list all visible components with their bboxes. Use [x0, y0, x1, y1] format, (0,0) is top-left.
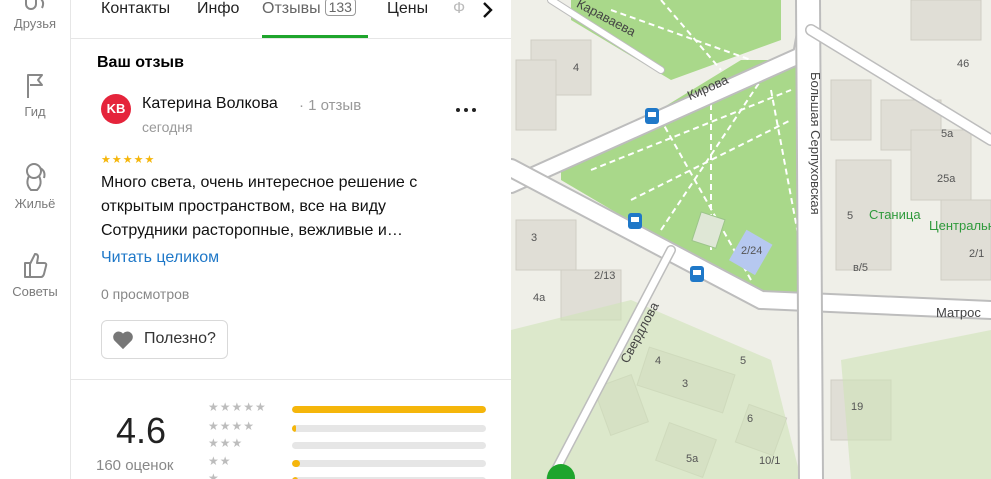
house-number: 10/1	[759, 455, 781, 467]
house-number: 5а	[686, 453, 699, 465]
tab-reviews-label: Отзывы	[262, 0, 321, 17]
house-number: 19	[851, 401, 864, 413]
author-review-count: · 1 отзыв	[299, 97, 362, 114]
reviews-count-badge: 133	[324, 0, 356, 16]
nav-item-guide[interactable]: Гид	[0, 72, 70, 119]
review-author[interactable]: Катерина Волкова	[142, 95, 278, 113]
heart-icon	[113, 331, 133, 350]
distribution-track	[292, 425, 486, 432]
average-rating: 4.6	[116, 410, 167, 451]
tab-info[interactable]: Инфо	[197, 0, 239, 20]
distribution-fill	[292, 460, 300, 467]
house-number: 2/13	[594, 270, 616, 282]
tab-reviews[interactable]: Отзывы 133	[262, 0, 356, 20]
distribution-fill	[292, 406, 486, 413]
tab-prices[interactable]: Цены	[387, 0, 428, 20]
read-more-link[interactable]: Читать целиком	[101, 249, 219, 267]
street-label: Матрос	[936, 305, 981, 320]
map-view[interactable]: Караваева Кирова Большая Серпуховская Св…	[511, 0, 991, 479]
house-number: в/5	[853, 262, 869, 274]
rating-distribution-row: ★★★★	[208, 419, 488, 436]
nav-label-friends: Друзья	[13, 16, 57, 31]
ratings-count: 160 оценок	[96, 457, 174, 474]
flag-icon	[27, 74, 43, 98]
thumbs-up-icon	[24, 253, 48, 278]
distribution-track	[292, 406, 486, 413]
more-dots-icon	[456, 108, 476, 112]
nav-label-tips: Советы	[12, 284, 58, 299]
nav-item-housing[interactable]: Жильё	[0, 160, 70, 211]
review-text-line: Сотрудники расторопные, вежливые и…	[101, 222, 403, 239]
review-text-line: открытым пространством, все на виду	[101, 198, 387, 215]
tab-faded[interactable]: Ф	[453, 0, 473, 18]
distribution-fill	[292, 425, 296, 432]
nav-label-housing: Жильё	[14, 196, 56, 211]
chevron-right-icon[interactable]	[475, 0, 499, 20]
distribution-track	[292, 460, 486, 467]
nav-label-guide: Гид	[24, 104, 46, 119]
left-nav: Друзья Гид Жильё Советы	[0, 0, 71, 479]
house-number: 6	[747, 413, 754, 425]
review-text-line: Много света, очень интересное решение с	[101, 174, 418, 191]
section-title: Ваш отзыв	[97, 54, 184, 71]
nav-item-tips[interactable]: Советы	[0, 250, 70, 299]
house-number: 3	[682, 378, 689, 390]
poi-label[interactable]: Центральн	[929, 218, 991, 233]
house-number: 3	[531, 232, 538, 244]
distribution-stars: ★★★	[208, 436, 244, 450]
rating-distribution-row: ★★	[208, 454, 488, 471]
house-number: 25а	[937, 173, 956, 185]
rating-distribution-row: ★	[208, 471, 488, 479]
street-label: Большая Серпуховская	[808, 72, 823, 215]
house-number: 5	[847, 210, 854, 222]
useful-label: Полезно?	[144, 330, 216, 347]
distribution-stars: ★★★★	[208, 419, 256, 433]
poi-label[interactable]: Станица	[869, 207, 921, 222]
more-options-button[interactable]	[453, 100, 479, 120]
tab-bar: Контакты Инфо Отзывы 133 Цены Ф	[71, 0, 511, 39]
house-number: 4а	[533, 292, 546, 304]
distribution-stars: ★★	[208, 454, 232, 468]
house-number: 5а	[941, 128, 954, 140]
review-text: Много света, очень интересное решение с …	[101, 171, 461, 243]
friends-icon	[25, 0, 45, 10]
divider	[71, 379, 511, 380]
views-count: 0 просмотров	[101, 286, 190, 302]
house-number: 2/1	[969, 248, 985, 260]
distribution-track	[292, 442, 486, 449]
review-date: сегодня	[142, 119, 193, 135]
house-number: 4	[655, 355, 662, 367]
active-tab-indicator	[262, 35, 368, 38]
rating-distribution-row: ★★★★★	[208, 400, 488, 417]
house-number: 2/24	[741, 245, 763, 257]
house-number: 46	[957, 58, 970, 70]
tab-contacts[interactable]: Контакты	[101, 0, 170, 20]
useful-button[interactable]: Полезно?	[101, 320, 228, 359]
house-number: 5	[740, 355, 747, 367]
place-panel: Контакты Инфо Отзывы 133 Цены Ф Ваш отзыв…	[71, 0, 511, 479]
rating-distribution-row: ★★★	[208, 436, 488, 453]
nav-item-friends[interactable]: Друзья	[0, 0, 70, 31]
avatar[interactable]: KB	[101, 94, 131, 124]
housing-icon	[26, 163, 46, 191]
distribution-stars: ★★★★★	[208, 400, 267, 414]
house-number: 4	[573, 62, 580, 74]
distribution-stars: ★	[208, 471, 220, 479]
map-canvas	[511, 0, 991, 479]
review-stars: ★★★★★	[101, 154, 156, 166]
